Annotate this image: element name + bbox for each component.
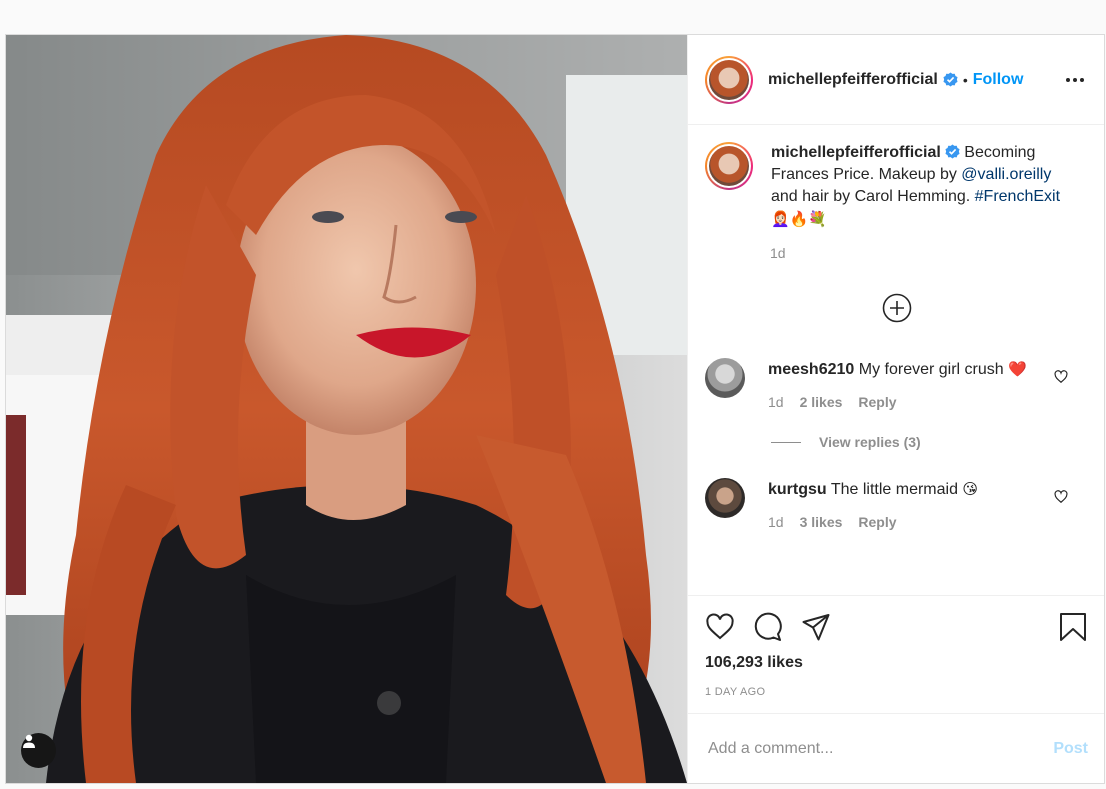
comment-item: meesh6210 My forever girl crush ❤️ 1d 2 … [705,358,1088,410]
like-count[interactable]: 106,293 likes [705,654,1088,672]
bookmark-icon[interactable] [1058,612,1088,642]
view-replies-button[interactable]: View replies (3) [771,434,1088,450]
post-comment-button[interactable]: Post [1053,740,1088,758]
add-comment-bar: Post [688,713,1104,783]
heart-icon[interactable] [1054,490,1068,504]
caption: michellepfeifferofficial Becoming France… [705,142,1088,231]
comment-time: 1d [768,394,784,410]
avatar[interactable] [705,55,753,104]
verified-badge-icon [945,144,960,159]
caption-hashtag[interactable]: #FrenchExit [975,188,1060,205]
comment-bubble-icon[interactable] [753,612,783,642]
comment-body: The little mermaid [826,481,963,498]
comment-emoji: 😘 [962,480,979,498]
post-sidebar: michellepfeifferofficial • Follow michel… [687,35,1104,783]
comment-avatar[interactable] [705,478,745,518]
comments-area[interactable]: michellepfeifferofficial Becoming France… [688,125,1104,595]
view-replies-label: View replies (3) [819,434,921,450]
comment-item: kurtgsu The little mermaid 😘 1d 3 likes … [705,478,1088,530]
comment-time: 1d [768,514,784,530]
comment-body: My forever girl crush [854,361,1004,378]
comment-meta: 1d 2 likes Reply [768,394,1038,410]
portrait-image [6,35,687,783]
action-icons [705,610,1088,644]
paper-plane-icon[interactable] [801,612,831,642]
comment-likes[interactable]: 3 likes [800,514,843,530]
comment-username[interactable]: meesh6210 [768,361,854,378]
caption-text-after: and hair by Carol Hemming. [771,188,975,205]
verified-badge-icon [943,72,958,87]
post-header: michellepfeifferofficial • Follow [688,35,1104,125]
post-dialog: michellepfeifferofficial • Follow michel… [5,34,1105,784]
caption-time: 1d [770,245,786,261]
tag-button[interactable] [21,733,56,768]
user-tag-icon [23,734,35,748]
follow-button[interactable]: Follow [973,71,1024,89]
caption-emojis: 👩🏻‍🦰🔥💐 [771,210,828,228]
comment-avatar[interactable] [705,358,745,398]
post-photo[interactable] [6,35,687,783]
plus-circle-icon[interactable] [882,293,912,323]
comment-text: meesh6210 My forever girl crush ❤️ [768,358,1038,381]
reply-button[interactable]: Reply [858,394,896,410]
comment-likes[interactable]: 2 likes [800,394,843,410]
caption-mention[interactable]: @valli.oreilly [961,166,1051,183]
caption-text: michellepfeifferofficial Becoming France… [771,142,1081,231]
posted-time: 1 DAY AGO [705,686,766,698]
comment-emoji: ❤️ [1008,360,1027,378]
caption-avatar[interactable] [705,142,753,190]
comment-meta: 1d 3 likes Reply [768,514,1038,530]
post-actions: 106,293 likes 1 DAY AGO [688,595,1104,713]
author-username[interactable]: michellepfeifferofficial [768,71,938,89]
reply-button[interactable]: Reply [858,514,896,530]
heart-icon[interactable] [1054,370,1068,384]
more-options-icon[interactable] [1062,74,1088,86]
caption-username[interactable]: michellepfeifferofficial [771,144,941,161]
comment-username[interactable]: kurtgsu [768,481,827,498]
heart-icon[interactable] [705,612,735,642]
comment-text: kurtgsu The little mermaid 😘 [768,478,1038,501]
comment-input[interactable] [708,739,1054,758]
header-separator: • [962,71,968,88]
